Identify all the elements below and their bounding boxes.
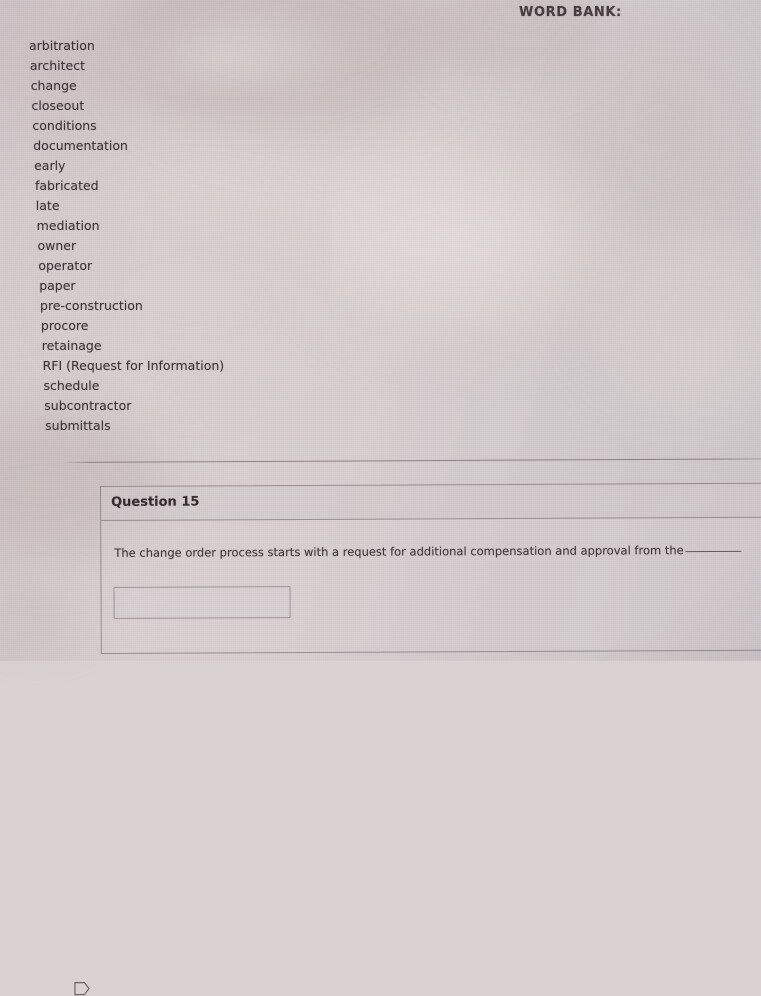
word-bank-item: change bbox=[30, 78, 77, 93]
word-bank-list: arbitration architect change closeout condit… bbox=[0, 36, 400, 436]
word-bank-item: subcontractor bbox=[44, 398, 132, 413]
question-header: Question 15 bbox=[101, 483, 761, 521]
question-body: The change order process starts with a r… bbox=[101, 518, 761, 655]
word-bank-item: paper bbox=[39, 278, 76, 293]
question-prompt: The change order process starts with a r… bbox=[114, 543, 742, 560]
word-bank-item: architect bbox=[29, 58, 86, 73]
quiz-page: WORD BANK: arbitration architect change clo… bbox=[0, 0, 761, 996]
word-bank-item: pre-construction bbox=[40, 298, 143, 313]
word-bank-item: retainage bbox=[41, 338, 102, 353]
word-bank-item: submittals bbox=[45, 418, 111, 433]
word-bank-item: arbitration bbox=[29, 38, 95, 53]
question-number-label: Question 15 bbox=[111, 494, 200, 510]
word-bank-item: procore bbox=[40, 318, 89, 333]
answer-blank bbox=[685, 550, 742, 553]
section-divider bbox=[61, 458, 761, 463]
word-bank-item: early bbox=[34, 158, 66, 173]
word-bank-item: closeout bbox=[31, 98, 85, 113]
word-bank-item: schedule bbox=[43, 378, 100, 393]
question-prompt-text: The change order process starts with a r… bbox=[114, 543, 684, 560]
word-bank-title: WORD BANK: bbox=[519, 5, 622, 20]
flag-outline-icon[interactable] bbox=[73, 981, 90, 996]
word-bank-item: RFI (Request for Information) bbox=[42, 358, 225, 373]
question-card: Question 15 The change order process sta… bbox=[74, 482, 761, 996]
word-bank-item: documentation bbox=[33, 138, 128, 153]
word-bank-item: late bbox=[35, 198, 60, 213]
word-bank-item: fabricated bbox=[34, 178, 99, 193]
word-bank-item: owner bbox=[37, 238, 77, 253]
word-bank-item: mediation bbox=[36, 218, 100, 233]
word-bank-item: operator bbox=[38, 258, 93, 273]
word-bank-item: conditions bbox=[32, 118, 97, 133]
answer-input[interactable] bbox=[113, 586, 291, 619]
